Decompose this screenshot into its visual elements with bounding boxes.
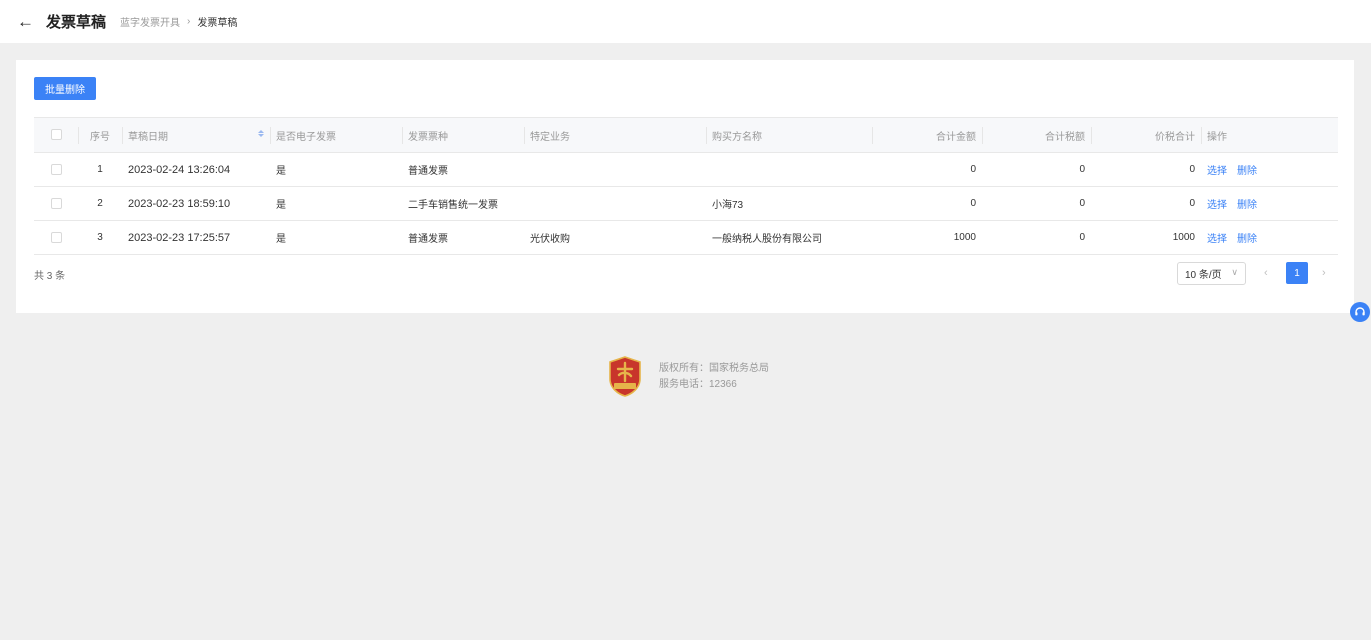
- row-index: 1: [78, 152, 122, 187]
- col-total: 价税合计: [1091, 117, 1201, 153]
- row-tax: 0: [982, 152, 1091, 187]
- row-date: 2023-02-23 17:25:57: [122, 220, 270, 255]
- header-bar: ← 发票草稿 蓝字发票开具 › 发票草稿: [0, 0, 1371, 43]
- col-business: 特定业务: [524, 117, 706, 153]
- page-size-select[interactable]: 10 条/页 ∨: [1177, 262, 1246, 285]
- footer-text: 版权所有：国家税务总局 服务电话：12366: [659, 361, 769, 393]
- draft-list-card: 批量删除 序号 草稿日期 是否电子发票 发票票种 特定业务 购买方名称 合计金额…: [16, 60, 1354, 313]
- row-date: 2023-02-23 18:59:10: [122, 186, 270, 221]
- row-business: 光伏收购: [524, 220, 706, 255]
- chevron-down-icon: ∨: [1231, 267, 1238, 277]
- select-link[interactable]: 选择: [1207, 166, 1227, 177]
- row-index: 3: [78, 220, 122, 255]
- page-size-value: 10 条/页: [1185, 270, 1222, 281]
- col-index: 序号: [78, 117, 122, 153]
- row-invoice-type: 普通发票: [402, 220, 524, 255]
- row-amount: 0: [872, 152, 982, 187]
- prev-page-button[interactable]: ‹: [1264, 267, 1268, 279]
- row-buyer: [706, 152, 872, 187]
- col-tax: 合计税额: [982, 117, 1091, 153]
- col-actions: 操作: [1201, 117, 1338, 153]
- breadcrumb-current: 发票草稿: [197, 18, 238, 29]
- row-index: 2: [78, 186, 122, 221]
- tax-bureau-logo: [609, 356, 641, 397]
- row-checkbox[interactable]: [34, 220, 78, 255]
- select-all-checkbox[interactable]: [34, 117, 78, 153]
- delete-link[interactable]: 删除: [1237, 200, 1257, 211]
- row-amount: 1000: [872, 220, 982, 255]
- next-page-button[interactable]: ›: [1322, 267, 1326, 279]
- row-total: 1000: [1091, 220, 1201, 255]
- batch-delete-button[interactable]: 批量删除: [34, 77, 96, 100]
- headset-icon[interactable]: [1350, 302, 1370, 322]
- row-business: [524, 186, 706, 221]
- col-electronic: 是否电子发票: [270, 117, 402, 153]
- row-invoice-type: 普通发票: [402, 152, 524, 187]
- col-buyer: 购买方名称: [706, 117, 872, 153]
- row-actions: 选择 删除: [1201, 152, 1338, 187]
- row-tax: 0: [982, 186, 1091, 221]
- arrow-left-icon[interactable]: ←: [17, 13, 34, 30]
- row-electronic: 是: [270, 186, 402, 221]
- row-invoice-type: 二手车销售统一发票: [402, 186, 524, 221]
- row-buyer: 一般纳税人股份有限公司: [706, 220, 872, 255]
- row-total: 0: [1091, 186, 1201, 221]
- row-electronic: 是: [270, 220, 402, 255]
- total-count: 共 3 条: [34, 271, 66, 282]
- col-amount: 合计金额: [872, 117, 982, 153]
- breadcrumb-parent[interactable]: 蓝字发票开具: [120, 14, 180, 29]
- col-date-label: 草稿日期: [128, 131, 168, 143]
- row-date: 2023-02-24 13:26:04: [122, 152, 270, 187]
- delete-link[interactable]: 删除: [1237, 166, 1257, 177]
- select-link[interactable]: 选择: [1207, 200, 1227, 211]
- row-buyer: 小海73: [706, 186, 872, 221]
- row-tax: 0: [982, 220, 1091, 255]
- row-amount: 0: [872, 186, 982, 221]
- col-invoice-type: 发票票种: [402, 117, 524, 153]
- row-checkbox[interactable]: [34, 152, 78, 187]
- page-title: 发票草稿: [46, 14, 107, 31]
- footer-copyright: 版权所有：国家税务总局: [659, 362, 769, 374]
- row-electronic: 是: [270, 152, 402, 187]
- draft-table: 序号 草稿日期 是否电子发票 发票票种 特定业务 购买方名称 合计金额 合计税额…: [34, 117, 1338, 255]
- col-date[interactable]: 草稿日期: [122, 117, 270, 153]
- table-row: 1 2023-02-24 13:26:04 是 普通发票 0 0 0 选择 删除: [34, 152, 1338, 187]
- table-header-row: 序号 草稿日期 是否电子发票 发票票种 特定业务 购买方名称 合计金额 合计税额…: [34, 117, 1338, 153]
- select-link[interactable]: 选择: [1207, 234, 1227, 245]
- footer-phone: 服务电话：12366: [659, 378, 737, 390]
- table-row: 3 2023-02-23 17:25:57 是 普通发票 光伏收购 一般纳税人股…: [34, 220, 1338, 255]
- footer: 版权所有：国家税务总局 服务电话：12366: [608, 356, 769, 397]
- row-actions: 选择 删除: [1201, 186, 1338, 221]
- row-business: [524, 152, 706, 187]
- page-number-button[interactable]: 1: [1286, 262, 1308, 284]
- table-row: 2 2023-02-23 18:59:10 是 二手车销售统一发票 小海73 0…: [34, 186, 1338, 221]
- row-total: 0: [1091, 152, 1201, 187]
- row-checkbox[interactable]: [34, 186, 78, 221]
- breadcrumb-separator: ›: [187, 16, 191, 27]
- row-actions: 选择 删除: [1201, 220, 1338, 255]
- sort-icon[interactable]: [258, 130, 264, 137]
- delete-link[interactable]: 删除: [1237, 234, 1257, 245]
- breadcrumb: 蓝字发票开具 › 发票草稿: [120, 14, 237, 29]
